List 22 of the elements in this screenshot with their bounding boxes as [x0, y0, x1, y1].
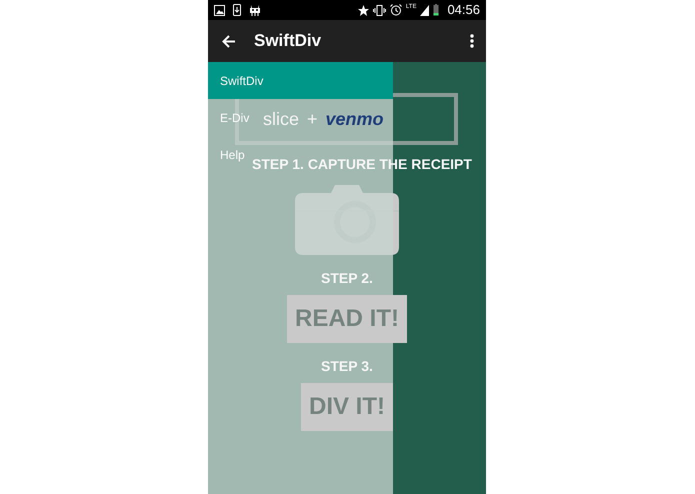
app-title: SwiftDiv	[254, 30, 322, 52]
status-time: 04:56	[447, 1, 480, 20]
phone-download-icon	[233, 4, 241, 16]
drawer-item[interactable]: Help	[220, 146, 245, 164]
back-arrow-icon[interactable]	[222, 34, 236, 48]
battery-icon	[433, 4, 440, 16]
image-icon	[214, 4, 225, 16]
step-action-label: READ IT!	[287, 295, 407, 343]
logo-text: slice	[263, 108, 300, 130]
drawer-item[interactable]: E-Div	[220, 108, 250, 126]
vibrate-icon	[372, 4, 386, 16]
robot-icon	[249, 4, 261, 16]
step-action-label: DIV IT!	[301, 383, 393, 431]
star-icon	[358, 4, 369, 16]
step-heading: STEP 3.	[321, 357, 373, 375]
more-options-icon[interactable]	[470, 34, 474, 48]
alarm-icon	[390, 4, 402, 16]
plus-sign: +	[307, 108, 318, 130]
signal-icon	[420, 4, 430, 16]
logo-text: venmo	[326, 108, 384, 130]
drawer-item[interactable]: SwiftDiv	[208, 62, 393, 99]
step-heading: STEP 2.	[321, 269, 373, 287]
